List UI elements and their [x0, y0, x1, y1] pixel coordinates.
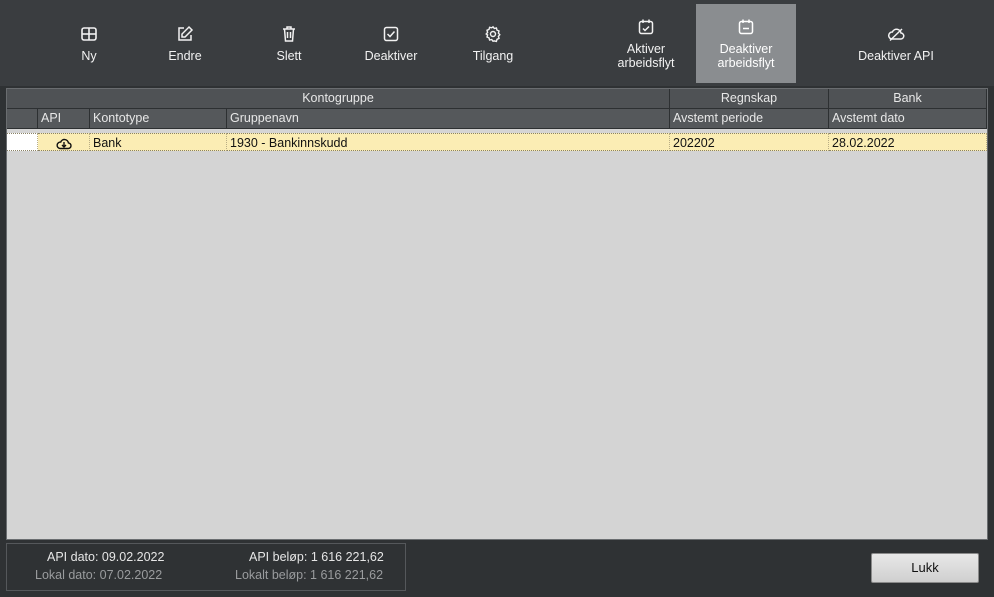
- local-amount: Lokalt beløp: 1 616 221,62: [235, 568, 384, 582]
- column-header-avstemt-periode[interactable]: Avstemt periode: [670, 109, 829, 129]
- kontotype-cell: Bank: [90, 133, 227, 151]
- avstemt-dato-cell: 28.02.2022: [829, 133, 987, 151]
- deactivate-workflow-button[interactable]: Deaktiver arbeidsflyt: [696, 4, 796, 83]
- activate-workflow-button[interactable]: Aktiver arbeidsflyt: [598, 4, 694, 83]
- account-group-grid: Kontogruppe Regnskap Bank API Kontotype …: [6, 88, 988, 540]
- api-status-panel: API dato: 09.02.2022 Lokal dato: 07.02.2…: [6, 543, 406, 591]
- table-icon: [80, 25, 98, 43]
- new-button[interactable]: Ny: [46, 4, 132, 83]
- row-indicator[interactable]: [7, 133, 38, 151]
- deactivate-button-label: Deaktiver: [364, 48, 418, 63]
- column-header-kontotype[interactable]: Kontotype: [90, 109, 227, 129]
- trash-icon: [280, 25, 298, 43]
- column-header-avstemt-dato[interactable]: Avstemt dato: [829, 109, 987, 129]
- cloud-off-icon: [887, 25, 905, 43]
- api-cell: [38, 133, 90, 151]
- edit-button[interactable]: Endre: [142, 4, 228, 83]
- calendar-check-icon: [637, 18, 655, 36]
- group-header-row: Kontogruppe Regnskap Bank: [7, 89, 987, 109]
- edit-button-label: Endre: [168, 48, 202, 63]
- api-amount: API beløp: 1 616 221,62: [249, 550, 384, 564]
- group-header-regnskap: Regnskap: [670, 89, 829, 109]
- column-header-api[interactable]: API: [38, 109, 90, 129]
- access-button-label: Tilgang: [472, 48, 514, 63]
- delete-button[interactable]: Slett: [246, 4, 332, 83]
- access-button[interactable]: Tilgang: [450, 4, 536, 83]
- deactivate-button[interactable]: Deaktiver: [348, 4, 434, 83]
- group-header-kontogruppe: Kontogruppe: [7, 89, 670, 109]
- new-button-label: Ny: [81, 48, 97, 63]
- delete-button-label: Slett: [276, 48, 302, 63]
- table-row[interactable]: Bank 1930 - Bankinnskudd 202202 28.02.20…: [7, 133, 987, 151]
- gruppenavn-cell: 1930 - Bankinnskudd: [227, 133, 670, 151]
- toolbar: Ny Endre Slett Deaktiver Tilgang Aktiver…: [0, 0, 994, 86]
- row-indicator-header: [7, 109, 38, 129]
- deactivate-workflow-label: Deaktiver arbeidsflyt: [717, 41, 775, 70]
- cloud-download-icon: [55, 136, 72, 150]
- column-header-gruppenavn[interactable]: Gruppenavn: [227, 109, 670, 129]
- calendar-minus-icon: [737, 18, 755, 36]
- deactivate-api-label: Deaktiver API: [858, 48, 934, 63]
- avstemt-periode-cell: 202202: [670, 133, 829, 151]
- activate-workflow-label: Aktiver arbeidsflyt: [617, 41, 675, 70]
- column-header-row: API Kontotype Gruppenavn Avstemt periode…: [7, 109, 987, 129]
- deactivate-api-button[interactable]: Deaktiver API: [840, 4, 952, 83]
- local-date: Lokal dato: 07.02.2022: [35, 568, 163, 582]
- edit-icon: [176, 25, 194, 43]
- group-header-bank: Bank: [829, 89, 987, 109]
- checkbox-icon: [382, 25, 400, 43]
- api-date: API dato: 09.02.2022: [47, 550, 165, 564]
- close-button[interactable]: Lukk: [871, 553, 979, 583]
- gear-icon: [484, 25, 502, 43]
